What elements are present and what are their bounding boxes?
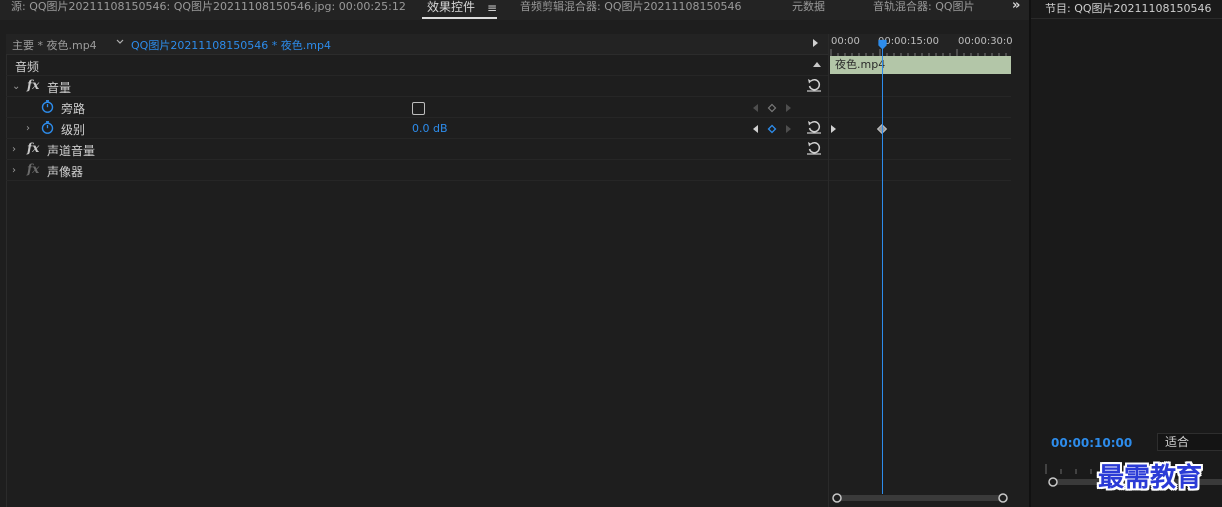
playhead-line[interactable] [882,42,883,494]
active-tab-underline [422,17,497,19]
program-monitor: 节目: QQ图片20211108150546 00:00:10:00 适合 [1029,0,1222,507]
keyframe-nav [753,124,791,134]
program-title[interactable]: 节目: QQ图片20211108150546 [1045,0,1212,16]
fx-icon[interactable]: fx [27,141,39,155]
next-keyframe-icon [786,104,791,112]
effect-row-volume[interactable]: ⌄ fx 音量 [6,76,828,97]
effect-name-volume: 音量 [47,81,72,95]
tab-source[interactable]: 源: QQ图片20211108150546: QQ图片2021110815054… [11,0,406,20]
tab-audio-clip-mixer[interactable]: 音频剪辑混合器: QQ图片20211108150546 [520,0,742,20]
row-divider [829,180,1011,181]
audio-section-header: 音频 [6,55,828,76]
timeline-zoom-scrollbar[interactable] [832,492,1008,504]
param-name-bypass: 旁路 [61,102,86,116]
clip-selector-bar: 主要 * 夜色.mp4 QQ图片20211108150546 * 夜色.mp4 [6,34,828,55]
level-value[interactable]: 0.0 dB [412,122,448,135]
chevron-right-icon[interactable]: › [26,123,30,134]
keyframe-offscreen-icon [831,125,836,133]
reset-icon[interactable] [806,78,822,93]
section-title: 音频 [15,60,40,74]
tab-metadata[interactable]: 元数据 [792,0,825,20]
time-ruler[interactable]: 00:00 00:00:15:00 00:00:30:0 [829,34,1013,56]
scroll-up-icon[interactable] [813,62,821,67]
param-row-bypass: 旁路 [6,97,828,118]
timeline-clip[interactable]: 夜色.mp4 [830,56,1011,74]
master-clip-tab[interactable]: 主要 * 夜色.mp4 [12,37,97,53]
row-divider [829,117,1011,118]
play-icon[interactable] [813,39,818,47]
watermark-logo: 最需教育 [1098,463,1203,493]
panel-tab-bar: 源: QQ图片20211108150546: QQ图片2021110815054… [0,0,1029,20]
effect-row-panner[interactable]: › fx 声像器 [6,160,828,181]
stopwatch-icon[interactable] [41,121,54,134]
effect-name-channel-volume: 声道音量 [47,144,96,158]
ruler-ticks [830,49,1007,56]
row-divider [829,159,1011,160]
ruler-timecode: 00:00 [831,36,860,47]
prev-keyframe-icon [753,104,758,112]
effect-timeline: 00:00 00:00:15:00 00:00:30:0 夜色.mp4 [828,34,1013,507]
param-name-level: 级别 [61,123,86,137]
add-keyframe-icon [767,124,777,134]
add-keyframe-icon [767,103,777,113]
sequence-clip-tab[interactable]: QQ图片20211108150546 * 夜色.mp4 [131,37,331,53]
next-keyframe-icon [786,125,791,133]
divider [1031,18,1222,19]
bypass-checkbox[interactable] [412,102,425,115]
playhead-timecode[interactable]: 00:00:10:00 [1051,436,1132,450]
row-divider [829,96,1011,97]
stopwatch-icon[interactable] [41,100,54,113]
tab-audio-track-mixer[interactable]: 音轨混合器: QQ图片 [873,0,975,20]
chevron-down-icon[interactable]: ⌄ [12,81,20,92]
reset-icon[interactable] [806,120,822,135]
chevron-down-icon[interactable] [116,39,124,45]
tab-overflow-icon[interactable]: » [1012,0,1028,17]
param-row-level: › 级别 0.0 dB [6,118,828,139]
fx-icon[interactable]: fx [27,78,39,92]
effect-name-panner: 声像器 [47,165,84,179]
row-divider [829,138,1011,139]
panel-menu-icon[interactable]: ≡ [487,1,497,15]
playhead-icon[interactable] [877,39,888,50]
ruler-timecode: 00:00:30:0 [958,36,1013,47]
effect-row-channel-volume[interactable]: › fx 声道音量 [6,139,828,160]
zoom-fit-select[interactable]: 适合 [1157,433,1222,451]
reset-icon[interactable] [806,141,822,156]
prev-keyframe-icon [753,125,758,133]
chevron-right-icon[interactable]: › [12,144,16,155]
chevron-right-icon[interactable]: › [12,165,16,176]
fx-icon[interactable]: fx [27,162,39,176]
keyframe-nav [753,103,791,113]
